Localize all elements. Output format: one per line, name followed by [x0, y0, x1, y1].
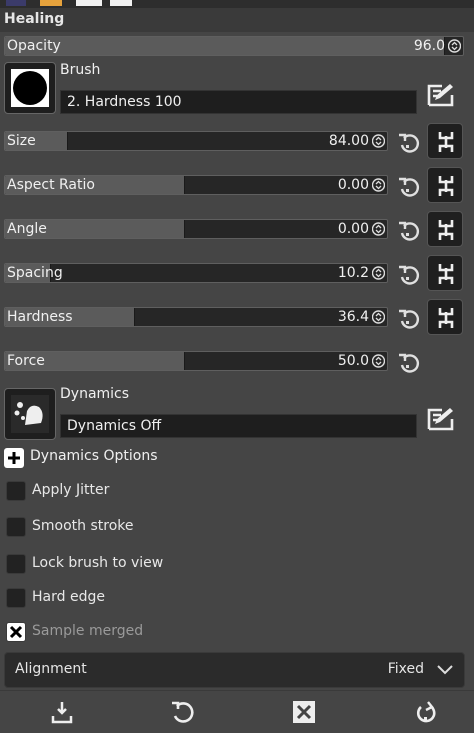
brush-circle-icon — [11, 69, 49, 107]
plus-icon — [8, 452, 20, 464]
restore-icon[interactable] — [168, 699, 196, 725]
param-slider[interactable]: Force 50.0 — [4, 351, 388, 371]
option-checkbox[interactable] — [6, 517, 26, 537]
dynamics-name-field[interactable]: Dynamics Off — [60, 414, 417, 438]
panel-title: Healing — [0, 8, 474, 32]
alignment-value: Fixed — [387, 661, 424, 677]
dynamics-icon — [11, 395, 49, 433]
edit-icon[interactable] — [426, 81, 456, 109]
brush-preview[interactable] — [4, 62, 56, 114]
option-checkbox[interactable] — [6, 588, 26, 608]
spinner-icon[interactable] — [372, 310, 385, 324]
chain-link-icon — [438, 220, 454, 240]
dynamics-label: Dynamics — [60, 386, 130, 402]
dynamics-options-expander[interactable] — [4, 448, 24, 468]
opacity-label: Opacity — [7, 38, 61, 54]
opacity-fill — [5, 37, 445, 55]
slider-label: Angle — [7, 221, 47, 237]
reset-icon[interactable] — [396, 262, 420, 286]
option-checkbox[interactable] — [6, 622, 26, 642]
slider-value: 0.00 — [337, 177, 369, 193]
param-slider[interactable]: Size 84.00 — [4, 131, 388, 151]
opacity-value: 96.0 — [413, 38, 445, 54]
tab-icon-white-2[interactable] — [110, 0, 132, 6]
reset-defaults-icon[interactable] — [412, 699, 440, 725]
reset-icon[interactable] — [396, 130, 420, 154]
opacity-slider[interactable]: Opacity 96.0 — [4, 36, 464, 56]
check-x-icon — [9, 625, 23, 639]
reset-icon[interactable] — [396, 350, 420, 374]
reset-icon[interactable] — [396, 306, 420, 330]
alignment-label: Alignment — [15, 661, 87, 677]
reset-icon[interactable] — [396, 218, 420, 242]
chain-link-icon — [438, 264, 454, 284]
tab-icon-white[interactable] — [76, 0, 102, 6]
spinner-icon[interactable] — [372, 178, 385, 192]
spinner-icon[interactable] — [372, 134, 385, 148]
edit-icon[interactable] — [426, 405, 456, 433]
brush-label: Brush — [60, 62, 101, 78]
param-slider[interactable]: Spacing 10.2 — [4, 263, 388, 283]
dock-tab-strip — [0, 0, 474, 8]
slider-label: Size — [7, 133, 36, 149]
save-preset-icon[interactable] — [48, 699, 76, 725]
slider-value: 36.4 — [337, 309, 369, 325]
slider-value: 84.00 — [328, 133, 369, 149]
slider-label: Spacing — [7, 265, 63, 281]
chain-link-button[interactable] — [427, 255, 463, 291]
dynamics-options-label: Dynamics Options — [30, 448, 158, 464]
chain-link-icon — [438, 132, 454, 152]
slider-value: 0.00 — [337, 221, 369, 237]
option-label: Lock brush to view — [32, 555, 164, 571]
param-slider[interactable]: Angle 0.00 — [4, 219, 388, 239]
tab-icon-colors[interactable] — [40, 0, 62, 6]
chain-link-icon — [438, 176, 454, 196]
brush-name-field[interactable]: 2. Hardness 100 — [60, 90, 417, 114]
alignment-combo[interactable]: Alignment Fixed — [4, 652, 465, 688]
spinner-icon[interactable] — [372, 266, 385, 280]
slider-label: Aspect Ratio — [7, 177, 95, 193]
tab-icon-tools[interactable] — [6, 0, 26, 6]
slider-label: Force — [7, 353, 45, 369]
param-slider[interactable]: Aspect Ratio 0.00 — [4, 175, 388, 195]
chain-link-button[interactable] — [427, 123, 463, 159]
option-label: Apply Jitter — [32, 482, 110, 498]
chain-link-icon — [438, 308, 454, 328]
bottom-toolbar — [0, 690, 474, 733]
spinner-icon[interactable] — [448, 39, 461, 53]
dynamics-preview[interactable] — [4, 388, 56, 440]
option-label: Sample merged — [32, 623, 144, 639]
chevron-down-icon — [437, 665, 453, 675]
option-checkbox[interactable] — [6, 481, 26, 501]
slider-value: 50.0 — [337, 353, 369, 369]
reset-icon[interactable] — [396, 174, 420, 198]
delete-icon[interactable] — [290, 699, 318, 725]
chain-link-button[interactable] — [427, 167, 463, 203]
chain-link-button[interactable] — [427, 211, 463, 247]
slider-value: 10.2 — [337, 265, 369, 281]
slider-label: Hardness — [7, 309, 73, 325]
spinner-icon[interactable] — [372, 222, 385, 236]
option-label: Hard edge — [32, 589, 105, 605]
option-label: Smooth stroke — [32, 518, 134, 534]
option-checkbox[interactable] — [6, 554, 26, 574]
spinner-icon[interactable] — [372, 354, 385, 368]
chain-link-button[interactable] — [427, 299, 463, 335]
param-slider[interactable]: Hardness 36.4 — [4, 307, 388, 327]
